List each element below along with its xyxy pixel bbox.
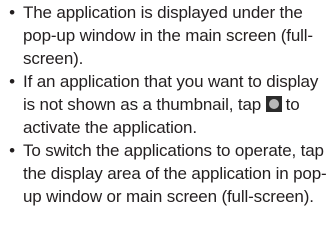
bullet-item-activate-application: • If an application that you want to dis… [6,70,332,139]
bullet-dot: • [9,3,15,22]
bullet-item-switch-applications: • To switch the applications to operate,… [6,139,332,208]
bullet-dot: • [9,72,15,91]
home-circle-button-icon [265,96,282,112]
bullet-text: The application is displayed under the p… [23,3,313,68]
bullet-item-pop-up-display: • The application is displayed under the… [6,1,332,70]
bullet-text: To switch the applications to operate, t… [23,141,327,206]
bullet-list: • The application is displayed under the… [6,1,332,208]
bullet-dot: • [9,141,15,160]
